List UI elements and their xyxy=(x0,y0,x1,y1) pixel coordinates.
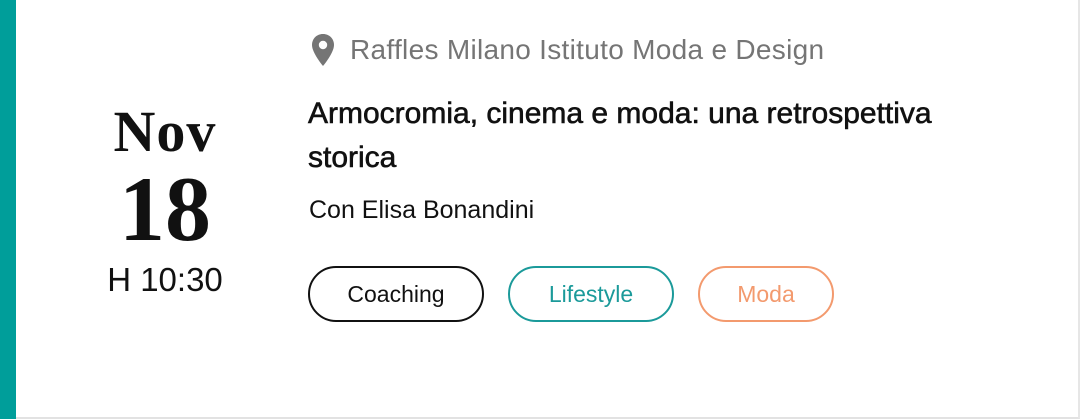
event-month: Nov xyxy=(113,99,217,164)
event-day: 18 xyxy=(119,158,211,260)
event-speaker: Con Elisa Bonandini xyxy=(309,196,535,224)
accent-bar xyxy=(0,0,16,419)
location-text: Raffles Milano Istituto Moda e Design xyxy=(350,34,825,65)
event-time: H 10:30 xyxy=(107,261,223,298)
tag-moda[interactable]: Moda xyxy=(698,266,834,322)
map-pin-icon xyxy=(310,33,336,67)
event-title[interactable]: Armocromia, cinema e moda: una retrospet… xyxy=(308,92,1028,180)
tag-coaching[interactable]: Coaching xyxy=(308,266,484,322)
tag-list: Coaching Lifestyle Moda xyxy=(308,266,834,322)
event-location: Raffles Milano Istituto Moda e Design xyxy=(310,30,824,70)
event-date: Nov 18 H 10:30 xyxy=(60,100,270,300)
event-card[interactable]: Nov 18 H 10:30 Raffles Milano Istituto M… xyxy=(0,0,1080,419)
tag-lifestyle[interactable]: Lifestyle xyxy=(508,266,674,322)
